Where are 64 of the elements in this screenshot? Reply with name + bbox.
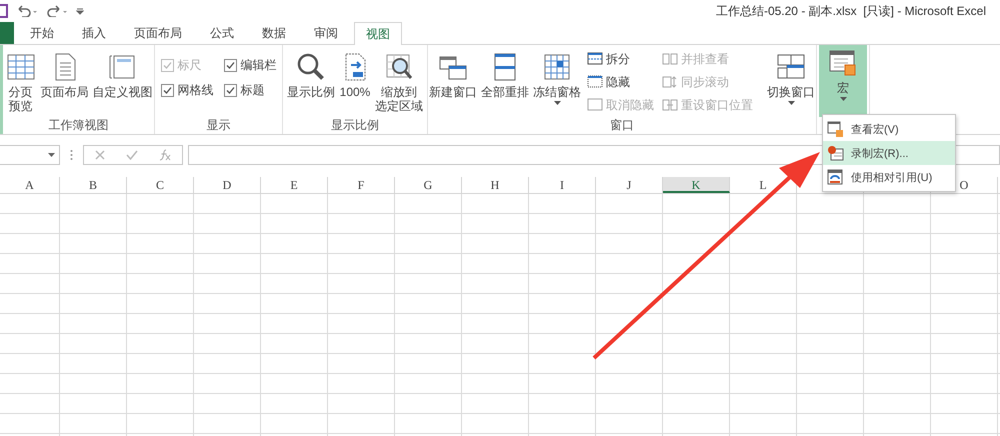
checkbox[interactable]: 网格线	[160, 82, 214, 99]
ribbon-tab[interactable]: 视图	[354, 22, 402, 45]
window-title: 工作总结-05.20 - 副本.xlsx [只读] - Microsoft Excel	[716, 2, 986, 20]
ribbon-button[interactable]: 缩放到 选定区域	[374, 49, 424, 117]
column-header[interactable]: K	[663, 177, 730, 193]
ribbon-tab[interactable]: 公式	[198, 22, 246, 44]
cell-grid[interactable]	[0, 194, 1000, 436]
ribbon-button[interactable]: 全部重排	[480, 49, 530, 117]
column-header[interactable]: C	[127, 177, 194, 193]
ribbon-button[interactable]: 新建窗口	[428, 49, 478, 117]
ribbon-tab[interactable]: 开始	[18, 22, 66, 44]
column-header[interactable]: G	[395, 177, 462, 193]
column-header[interactable]: F	[328, 177, 395, 193]
relative-reference-icon	[827, 168, 844, 186]
dropdown-icon	[48, 153, 55, 157]
checkmark-icon	[226, 61, 234, 70]
group-label: 显示比例	[331, 118, 379, 132]
ribbon-tab[interactable]: 插入	[70, 22, 118, 44]
ribbon-button[interactable]: 拆分	[587, 49, 654, 69]
reset-position-icon	[662, 97, 678, 113]
cancel-icon[interactable]	[94, 150, 105, 160]
column-header[interactable]: E	[261, 177, 328, 193]
column-header[interactable]: H	[462, 177, 529, 193]
checkmark-icon	[226, 86, 234, 95]
unhide-icon	[587, 97, 603, 113]
group-label: 工作簿视图	[48, 118, 108, 132]
checkbox[interactable]: 标题	[224, 82, 276, 99]
undo-icon[interactable]	[16, 5, 38, 17]
ribbon-button[interactable]: 宏	[819, 45, 867, 117]
ribbon-button[interactable]: 显示比例	[286, 49, 336, 117]
ribbon-button[interactable]: 页面布局	[40, 49, 90, 117]
ribbon-button[interactable]: 隐藏	[587, 72, 654, 92]
grip-icon	[70, 149, 73, 161]
check-icon[interactable]	[126, 150, 138, 160]
ribbon-tab[interactable]: 审阅	[302, 22, 350, 44]
ribbon-tab[interactable]: 页面布局	[122, 22, 194, 44]
menu-item[interactable]: 录制宏(R)...	[823, 141, 955, 165]
column-header[interactable]: B	[60, 177, 127, 193]
column-header[interactable]: I	[529, 177, 596, 193]
ribbon-button[interactable]: 冻结窗格	[532, 49, 582, 117]
customize-icon[interactable]	[76, 7, 84, 15]
macro-list-icon	[827, 120, 844, 138]
split-icon	[587, 51, 603, 67]
checkbox[interactable]: 编辑栏	[224, 57, 276, 74]
ribbon-tab[interactable]: 数据	[250, 22, 298, 44]
checkmark-icon	[162, 61, 172, 70]
function-icon[interactable]	[159, 149, 172, 161]
record-icon	[827, 144, 844, 162]
menu-item[interactable]: 查看宏(V)	[823, 117, 955, 141]
column-header[interactable]: A	[0, 177, 60, 193]
ribbon-button[interactable]: 自定义视图	[92, 49, 154, 117]
name-box[interactable]	[0, 145, 60, 165]
ribbon-button[interactable]: 100%	[338, 49, 372, 117]
ribbon-button[interactable]: 切换窗口	[766, 49, 816, 117]
checkmark-icon	[162, 86, 172, 95]
group-label: 显示	[206, 118, 230, 132]
group-label: 窗口	[610, 118, 634, 132]
side-by-side-icon	[662, 51, 678, 67]
redo-icon[interactable]	[46, 5, 68, 17]
ribbon-button[interactable]: 分页 预览	[4, 49, 38, 117]
save-icon[interactable]	[0, 4, 8, 18]
hide-icon	[587, 74, 603, 90]
column-header[interactable]: D	[194, 177, 261, 193]
sync-scroll-icon	[662, 74, 678, 90]
